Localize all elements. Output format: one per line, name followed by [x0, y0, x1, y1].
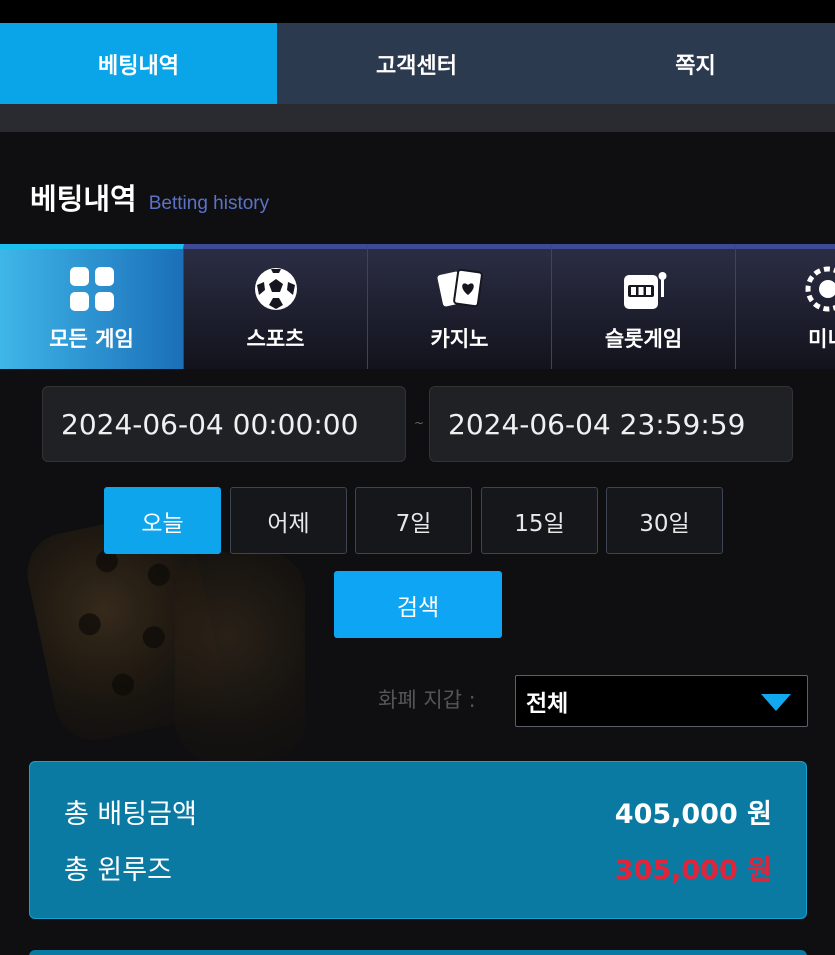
category-label: 미니: [808, 327, 835, 351]
category-label: 슬롯게임: [604, 327, 683, 351]
grid-icon: [69, 267, 114, 311]
dropdown-arrow-icon: [761, 694, 791, 711]
total-bet-row: 총 배팅금액 405,000 원: [64, 792, 772, 831]
wallet-label: 화폐 지갑 :: [378, 688, 476, 712]
status-bar: [0, 0, 835, 23]
range-7days-button[interactable]: 7일: [355, 487, 472, 554]
page-title-ko: 베팅내역: [30, 182, 137, 216]
date-from-input[interactable]: 2024-06-04 00:00:00: [42, 386, 406, 462]
slot-machine-icon: [623, 272, 666, 309]
date-to-input[interactable]: 2024-06-04 23:59:59: [429, 386, 793, 462]
total-win-value: 305,000 원: [614, 855, 772, 886]
range-yesterday-button[interactable]: 어제: [230, 487, 347, 554]
category-slot-games[interactable]: 슬롯게임: [552, 244, 736, 369]
game-category-tabs: 모든 게임 스포츠 카지노 슬롯게임 미: [0, 244, 835, 369]
dice-background-image-2: [175, 552, 305, 762]
total-bet-value: 405,000 원: [614, 799, 772, 830]
category-label: 모든 게임: [49, 327, 134, 351]
category-label: 스포츠: [246, 327, 305, 351]
soccer-ball-icon: [254, 268, 297, 310]
total-bet-label: 총 배팅금액: [64, 799, 197, 830]
wallet-select[interactable]: 전체: [515, 675, 808, 727]
mini-game-icon: [805, 266, 835, 312]
tab-customer-center[interactable]: 고객센터: [277, 23, 556, 104]
range-30days-button[interactable]: 30일: [606, 487, 723, 554]
category-all-games[interactable]: 모든 게임: [0, 244, 184, 369]
category-sports[interactable]: 스포츠: [184, 244, 368, 369]
category-label: 카지노: [430, 327, 489, 351]
page-title-en: Betting history: [148, 193, 270, 214]
next-card-peek: [29, 950, 807, 955]
wallet-selected-value: 전체: [526, 691, 569, 717]
tab-messages[interactable]: 쪽지: [556, 23, 835, 104]
page-title: 베팅내역 Betting history: [30, 176, 269, 218]
range-15days-button[interactable]: 15일: [481, 487, 598, 554]
total-win-label: 총 윈루즈: [64, 855, 172, 886]
playing-cards-icon: [436, 268, 483, 308]
range-today-button[interactable]: 오늘: [104, 487, 221, 554]
betting-history-section: 베팅내역 Betting history 모든 게임 스포츠 카지노 슬롯게임 …: [0, 132, 835, 955]
search-button[interactable]: 검색: [334, 571, 502, 638]
category-mini-games[interactable]: 미니: [736, 244, 835, 369]
top-nav-tabs: 베팅내역 고객센터 쪽지: [0, 23, 835, 104]
divider-band: [0, 104, 835, 132]
betting-summary-card: 총 배팅금액 405,000 원 총 윈루즈 305,000 원: [29, 761, 807, 919]
date-separator: ~: [414, 416, 425, 430]
tab-betting-history[interactable]: 베팅내역: [0, 23, 277, 104]
total-win-row: 총 윈루즈 305,000 원: [64, 848, 772, 887]
category-casino[interactable]: 카지노: [368, 244, 552, 369]
